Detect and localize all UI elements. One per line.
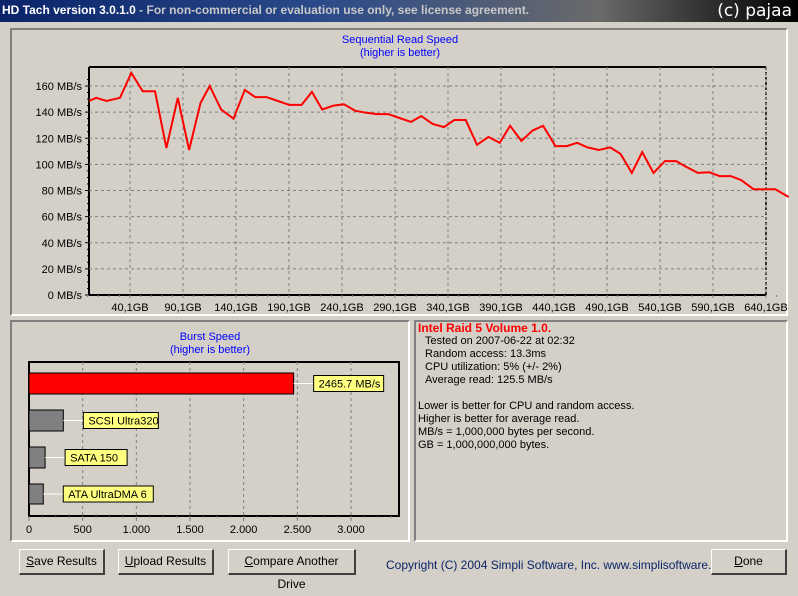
done-label: one bbox=[742, 554, 763, 568]
x-tick-label: 3.000 bbox=[337, 524, 365, 536]
x-tick-label: 0 bbox=[26, 524, 32, 536]
x-tick-label: 2.500 bbox=[284, 524, 312, 536]
results-info: Intel Raid 5 Volume 1.0. Tested on 2007-… bbox=[418, 322, 634, 452]
burst-bar bbox=[28, 446, 46, 469]
burst-bar bbox=[28, 409, 64, 432]
x-tick-label: 590,1GB bbox=[691, 302, 734, 314]
save-label: ave Results bbox=[34, 554, 97, 568]
done-button[interactable]: Done bbox=[711, 549, 787, 575]
tested-date: Tested on 2007-06-22 at 02:32 bbox=[425, 335, 575, 347]
x-tick-label: 2.000 bbox=[230, 524, 258, 536]
bar-label: 2465.7 MB/s bbox=[319, 379, 381, 391]
x-tick-label: 640,1GB bbox=[744, 302, 787, 314]
x-tick-label: 1.500 bbox=[176, 524, 204, 536]
note-1: Lower is better for CPU and random acces… bbox=[418, 400, 635, 412]
cpu-utilization: CPU utilization: 5% (+/- 2%) bbox=[425, 361, 562, 373]
copyright-text: Copyright (C) 2004 Simpli Software, Inc.… bbox=[386, 558, 735, 572]
save-mnemonic: S bbox=[26, 554, 35, 568]
compare-label: ompare Another Drive bbox=[253, 554, 339, 591]
x-tick-label: 1.000 bbox=[123, 524, 151, 536]
note-4: GB = 1,000,000,000 bytes. bbox=[418, 439, 550, 451]
x-tick-label: 390,1GB bbox=[479, 302, 522, 314]
x-tick-label: 340,1GB bbox=[426, 302, 469, 314]
x-tick-label: 500 bbox=[73, 524, 91, 536]
x-tick-label: 440,1GB bbox=[532, 302, 575, 314]
done-mnemonic: D bbox=[734, 554, 743, 568]
x-tick-label: 540,1GB bbox=[638, 302, 681, 314]
save-results-button[interactable]: Save Results bbox=[19, 549, 105, 575]
upload-results-button[interactable]: Upload Results bbox=[118, 549, 214, 575]
random-access: Random access: 13.3ms bbox=[425, 348, 547, 360]
average-read: Average read: 125.5 MB/s bbox=[425, 374, 553, 386]
x-tick-label: 490,1GB bbox=[585, 302, 628, 314]
burst-speed-chart: 0 500 1.000 1.500 2.000 2.500 3.000 2465.7 MB/s… bbox=[26, 361, 400, 536]
bar-label: ATA UltraDMA 6 bbox=[68, 489, 146, 501]
burst-bar bbox=[28, 483, 44, 505]
note-3: MB/s = 1,000,000 bytes per second. bbox=[418, 426, 595, 438]
note-2: Higher is better for average read. bbox=[418, 413, 580, 425]
drive-name: Intel Raid 5 Volume 1.0. bbox=[418, 321, 552, 335]
compare-another-drive-button[interactable]: Compare Another Drive bbox=[228, 549, 356, 591]
burst-bar bbox=[28, 372, 295, 395]
bar-label: SCSI Ultra320 bbox=[88, 416, 158, 428]
compare-mnemonic: C bbox=[244, 554, 254, 568]
upload-label: pload Results bbox=[133, 554, 207, 568]
bar-label: SATA 150 bbox=[70, 453, 118, 465]
